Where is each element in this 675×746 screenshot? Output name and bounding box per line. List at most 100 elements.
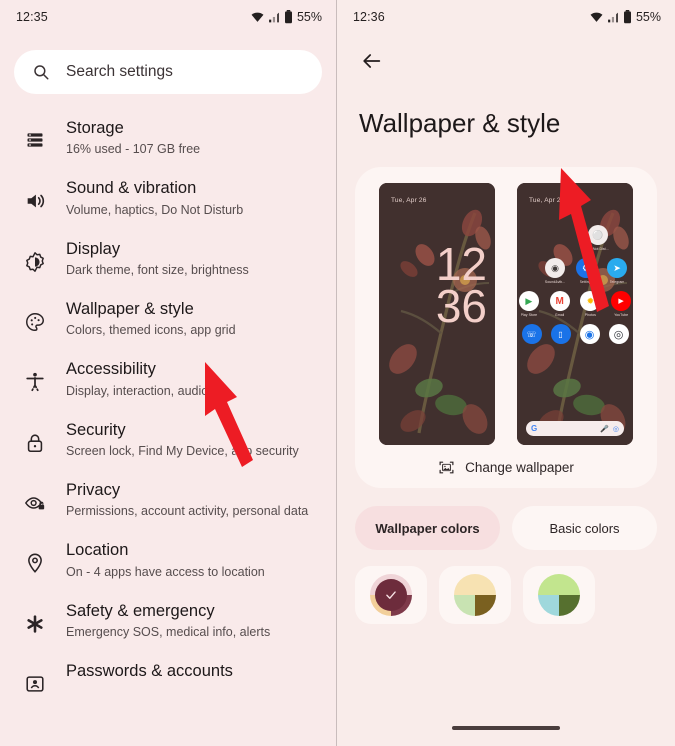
preview-row: Tue, Apr 26 12 36 Tue, Apr 26 ⚪ Do Not D… [355, 183, 657, 445]
change-wallpaper-label: Change wallpaper [465, 460, 574, 475]
app-row: ▶ Play Store M Gmail ✹ Photos ▶ YouTube [517, 291, 633, 317]
status-bar-left: 12:35 55% [0, 0, 336, 34]
back-arrow-icon [363, 54, 381, 68]
swatch-option-3[interactable] [523, 566, 595, 624]
camera-icon[interactable]: ◎ [608, 324, 629, 344]
lens-icon[interactable]: ◎ [613, 425, 619, 433]
screenshot-root: 12:35 55% Search settings Storage 16% us… [0, 0, 675, 746]
sidebar-item-accessibility[interactable]: Accessibility Display, interaction, audi… [0, 349, 336, 409]
wifi-icon [251, 12, 264, 22]
play-store-icon: ▶ [518, 291, 539, 311]
messages-icon[interactable]: ▯ [550, 324, 571, 344]
wallpaper-style-screen: 12:36 55% Wallpaper & style Tue, Apr 26 … [337, 0, 675, 746]
accessibility-icon [22, 359, 48, 393]
swatch-option-1[interactable] [355, 566, 427, 624]
sidebar-item-display[interactable]: Display Dark theme, font size, brightnes… [0, 229, 336, 289]
sidebar-item-security[interactable]: Security Screen lock, Find My Device, ap… [0, 410, 336, 470]
mic-icon[interactable]: 🎤 [600, 425, 609, 433]
sidebar-item-safety-emergency[interactable]: Safety & emergency Emergency SOS, medica… [0, 591, 336, 651]
eye-lock-icon [22, 480, 48, 514]
location-pin-icon [22, 540, 48, 574]
sidebar-item-storage[interactable]: Storage 16% used - 107 GB free [0, 108, 336, 168]
wifi-icon [590, 12, 603, 22]
signal-icon [608, 12, 618, 22]
phone-icon[interactable]: ☏ [521, 324, 542, 344]
lock-clock: 12 36 [435, 241, 487, 333]
quadrant-3 [538, 595, 559, 616]
quadrant-1 [538, 574, 559, 595]
google-search-pill[interactable]: G 🎤 ◎ [526, 421, 624, 436]
item-title: Security [66, 420, 126, 439]
search-icon [34, 65, 49, 80]
app-telegram[interactable]: ➤ Telegram [605, 258, 629, 284]
quadrant-4 [559, 595, 580, 616]
status-icon-group: 55% [250, 10, 322, 24]
app-gmail[interactable]: M Gmail [548, 291, 572, 317]
app-label: Gmail [554, 313, 565, 317]
battery-icon [623, 10, 631, 24]
palette-icon [22, 299, 48, 333]
quadrant-4 [475, 595, 496, 616]
app-row: ◉ Sound&vib... ⚙ Settings ➤ Telegram [517, 258, 633, 284]
sidebar-item-passwords-accounts[interactable]: Passwords & accounts [0, 651, 336, 711]
status-icon-group: 55% [589, 10, 661, 24]
quadrant-3 [454, 595, 475, 616]
app-row: ⚪ Do Not Dist... [517, 225, 633, 251]
page-title: Wallpaper & style [359, 108, 561, 138]
color-swatch-list [355, 566, 657, 624]
item-subtitle: Colors, themed icons, app grid [66, 323, 236, 338]
account-card-icon [22, 661, 48, 695]
google-g-icon: G [531, 424, 538, 433]
app-label: Photos [584, 313, 596, 317]
settings-list: Storage 16% used - 107 GB free Sound & v… [0, 108, 336, 711]
item-subtitle: Permissions, account activity, personal … [66, 504, 309, 519]
photos-icon: ✹ [580, 291, 601, 311]
gesture-nav-bar [337, 710, 675, 746]
quadrant-1 [454, 574, 475, 595]
dock-row: ☏ ▯ ◉ ◎ [517, 324, 633, 344]
tab-basic-colors[interactable]: Basic colors [512, 506, 657, 550]
app-photos[interactable]: ✹ Photos [579, 291, 603, 317]
search-input[interactable]: Search settings [14, 50, 322, 94]
item-subtitle: On - 4 apps have access to location [66, 564, 265, 579]
color-source-tabs: Wallpaper colors Basic colors [355, 506, 657, 550]
back-button[interactable] [355, 44, 389, 78]
brightness-icon [22, 239, 48, 273]
item-title: Display [66, 239, 121, 258]
sidebar-item-wallpaper-style[interactable]: Wallpaper & style Colors, themed icons, … [0, 289, 336, 349]
check-icon [386, 591, 396, 599]
volume-icon [22, 178, 48, 212]
app-label: YouTube [614, 313, 629, 317]
tab-label: Wallpaper colors [375, 520, 480, 536]
item-title: Location [66, 541, 129, 560]
tab-wallpaper-colors[interactable]: Wallpaper colors [355, 506, 500, 550]
item-subtitle: Emergency SOS, medical info, alerts [66, 624, 271, 639]
lock-screen-preview[interactable]: Tue, Apr 26 12 36 [379, 183, 495, 445]
tab-label: Basic colors [549, 520, 620, 536]
app-grid: ⚪ Do Not Dist... ◉ Sound&vib... ⚙ Settin… [517, 183, 633, 445]
selected-overlay [375, 579, 407, 611]
app-do-not-disturb[interactable]: ⚪ Do Not Dist... [586, 225, 610, 251]
sidebar-item-sound-vibration[interactable]: Sound & vibration Volume, haptics, Do No… [0, 168, 336, 228]
home-gesture-pill[interactable] [452, 726, 560, 730]
color-wheel [370, 574, 412, 616]
app-label: Sound&vib... [544, 280, 566, 284]
status-bar-right: 12:36 55% [337, 0, 675, 34]
change-wallpaper-button[interactable]: Change wallpaper [355, 459, 657, 476]
sidebar-item-location[interactable]: Location On - 4 apps have access to loca… [0, 530, 336, 590]
do-not-disturb-icon: ⚪ [588, 225, 608, 245]
home-screen-preview[interactable]: Tue, Apr 26 ⚪ Do Not Dist... ◉ Sound&vib… [517, 183, 633, 445]
lock-clock-minute: 36 [435, 280, 487, 333]
app-youtube[interactable]: ▶ YouTube [609, 291, 633, 317]
sidebar-item-privacy[interactable]: Privacy Permissions, account activity, p… [0, 470, 336, 530]
app-sound-vibration[interactable]: ◉ Sound&vib... [543, 258, 567, 284]
item-subtitle: 16% used - 107 GB free [66, 142, 201, 157]
app-settings[interactable]: ⚙ Settings [574, 258, 598, 284]
youtube-icon: ▶ [611, 291, 632, 311]
chrome-icon[interactable]: ◉ [579, 324, 600, 344]
swatch-option-2[interactable] [439, 566, 511, 624]
settings-screen: 12:35 55% Search settings Storage 16% us… [0, 0, 337, 746]
app-play-store[interactable]: ▶ Play Store [517, 291, 541, 317]
battery-icon [284, 10, 292, 24]
status-clock: 12:35 [16, 10, 48, 24]
